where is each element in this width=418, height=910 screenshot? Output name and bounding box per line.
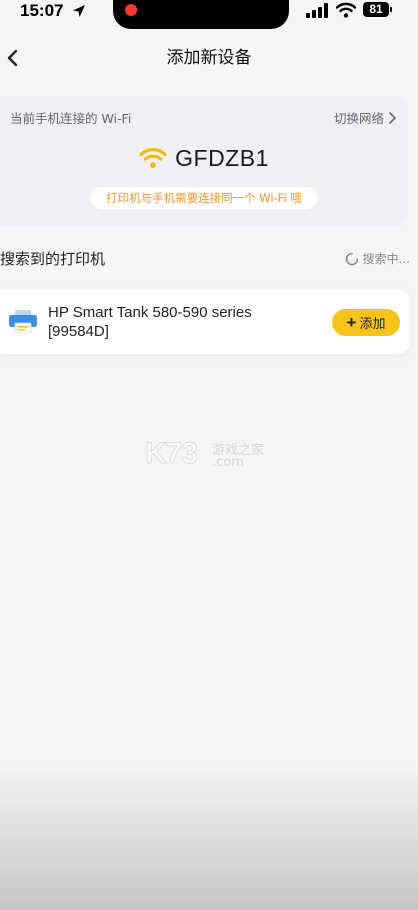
cellular-signal-icon	[306, 3, 328, 18]
status-bar: 15:07 81	[0, 0, 418, 30]
search-status: 搜索中...	[345, 250, 410, 267]
add-button-label: 添加	[359, 316, 386, 331]
battery-tip	[390, 7, 392, 12]
wifi-info-card: 当前手机连接的 Wi-Fi 切换网络 GFDZB1 打印机与手机需要连接同一个 …	[0, 96, 408, 226]
network-name: GFDZB1	[175, 144, 269, 171]
wifi-status-icon	[336, 2, 356, 18]
plus-icon: +	[346, 313, 357, 332]
printer-name: HP Smart Tank 580-590 series [99584D]	[48, 304, 252, 340]
battery-indicator: 81	[363, 2, 389, 17]
printer-icon	[9, 310, 37, 333]
add-printer-button[interactable]: + 添加	[332, 309, 400, 336]
watermark: K73 游戏之家 .com	[144, 437, 275, 473]
found-printers-title: 搜索到的打印机	[0, 250, 106, 268]
bottom-gradient	[0, 760, 418, 910]
loading-spinner-icon	[345, 252, 358, 265]
page-title: 添加新设备	[166, 48, 252, 68]
switch-network-link[interactable]: 切换网络	[334, 108, 398, 127]
dynamic-island	[113, 0, 289, 29]
watermark-domain: .com	[212, 455, 244, 470]
status-time: 15:07	[20, 1, 64, 20]
current-network: GFDZB1	[0, 144, 408, 172]
watermark-logo: K73	[144, 437, 198, 471]
wifi-card-label: 当前手机连接的 Wi-Fi	[10, 111, 132, 126]
recording-indicator-icon	[125, 4, 137, 16]
wifi-icon	[139, 147, 167, 168]
printer-list-item[interactable]: HP Smart Tank 580-590 series [99584D] + …	[0, 289, 410, 354]
chevron-right-icon	[389, 111, 397, 124]
same-wifi-notice: 打印机与手机需要连接同一个 Wi-Fi 哦	[90, 187, 318, 209]
location-arrow-icon	[73, 5, 85, 17]
search-status-label: 搜索中...	[362, 252, 410, 266]
switch-network-label: 切换网络	[333, 111, 384, 126]
